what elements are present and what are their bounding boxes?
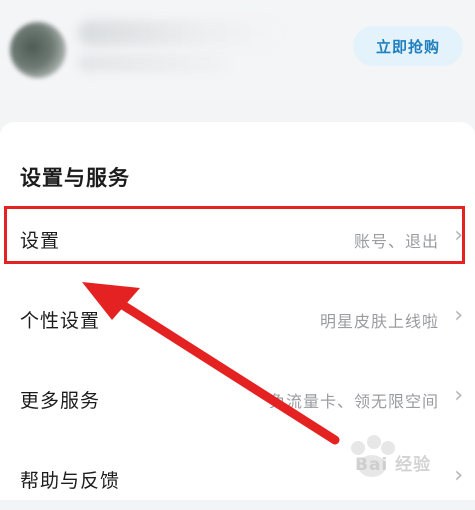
- help-feedback-row-label: 帮助与反馈: [20, 470, 121, 492]
- more-services-row-value: 免流量卡、领无限空间: [268, 392, 439, 411]
- more-services-row-label: 更多服务: [20, 390, 101, 412]
- chevron-right-icon: ›: [454, 303, 463, 328]
- avatar[interactable]: [10, 22, 66, 78]
- blurred-user-info: [78, 54, 228, 72]
- profile-header: 立即抢购: [0, 0, 475, 100]
- watermark-text: Bai 经验: [355, 455, 432, 475]
- personalization-row[interactable]: 个性设置 明星皮肤上线啦 ›: [0, 290, 475, 350]
- personalization-row-label: 个性设置: [20, 310, 101, 332]
- section-title: 设置与服务: [20, 166, 130, 190]
- personalization-row-value: 明星皮肤上线啦: [319, 312, 439, 331]
- buy-now-button[interactable]: 立即抢购: [353, 26, 463, 66]
- chevron-right-icon: ›: [454, 383, 463, 408]
- more-services-row[interactable]: 更多服务 免流量卡、领无限空间 ›: [0, 370, 475, 430]
- blurred-username: [78, 20, 278, 46]
- highlight-box: [4, 206, 465, 264]
